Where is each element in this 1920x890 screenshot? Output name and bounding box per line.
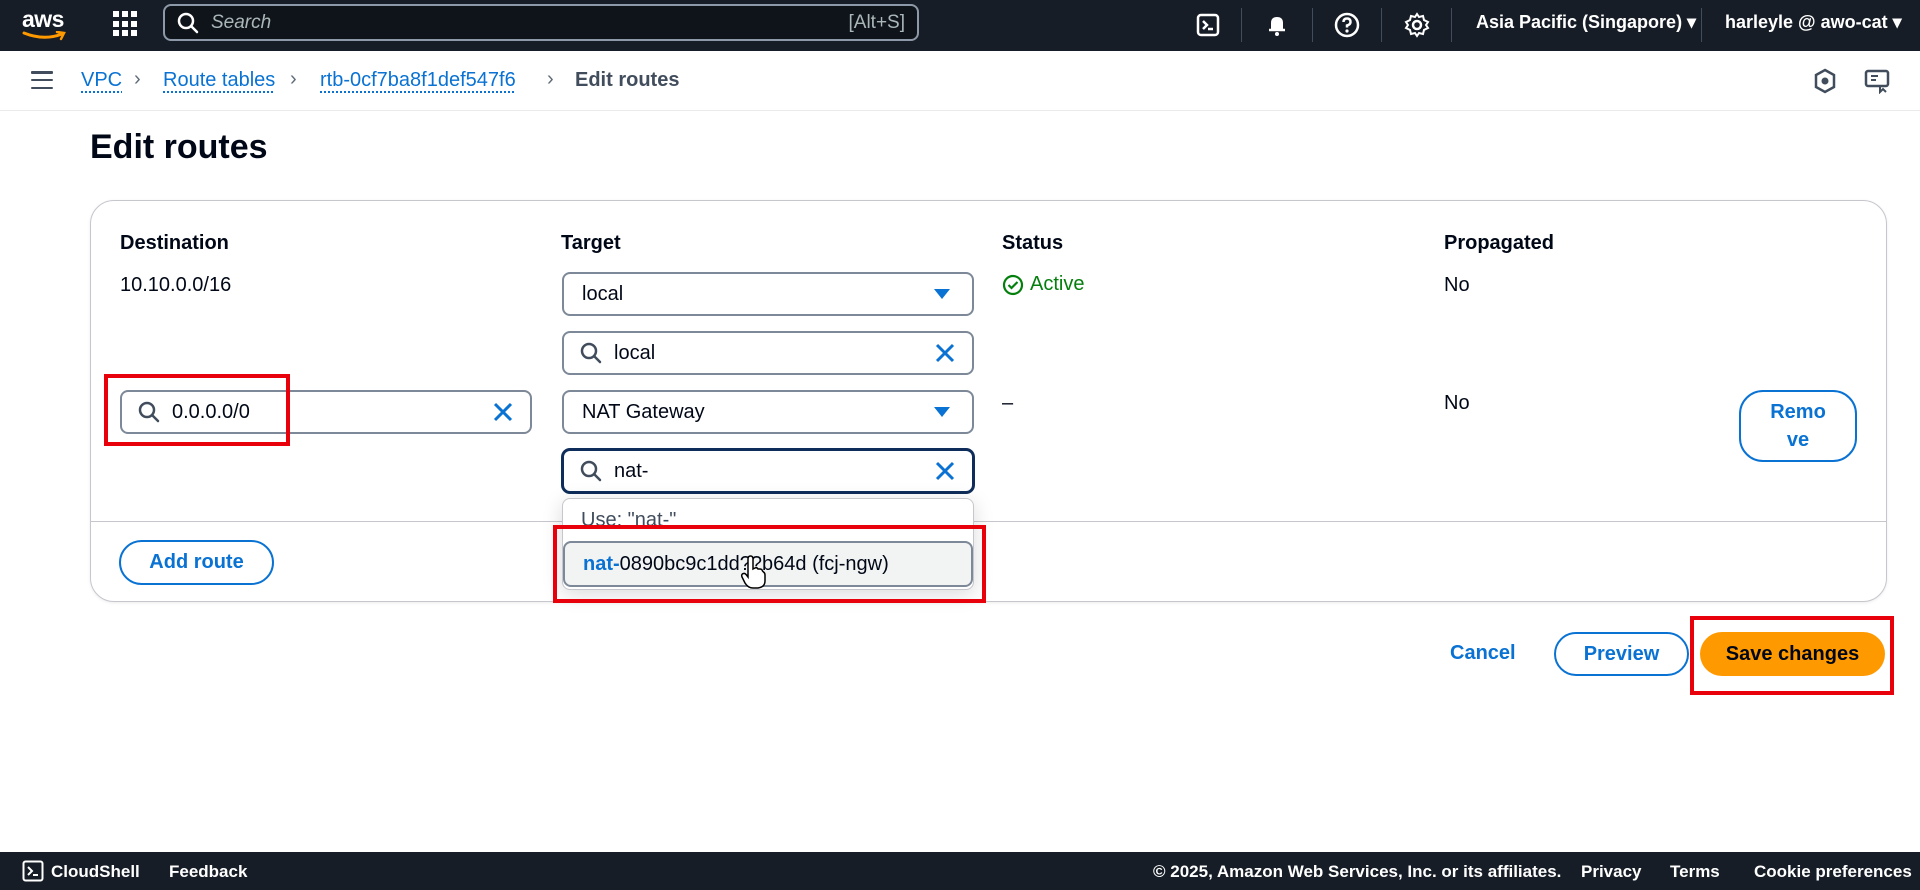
save-changes-button[interactable]: Save changes xyxy=(1700,632,1885,676)
footer-cloudshell[interactable]: CloudShell xyxy=(51,862,140,882)
breadcrumb-vpc[interactable]: VPC xyxy=(81,69,122,92)
clear-icon[interactable] xyxy=(934,460,956,482)
nav-divider xyxy=(1312,8,1313,42)
account-menu[interactable]: harleyle @ awo-cat ▾ xyxy=(1725,12,1902,33)
column-header-target: Target xyxy=(561,232,621,254)
remove-route-button[interactable]: Remo ve xyxy=(1739,390,1857,462)
add-route-button[interactable]: Add route xyxy=(119,540,274,585)
route-1-target-value: local xyxy=(582,282,624,305)
search-shortcut: [Alt+S] xyxy=(848,11,906,33)
check-circle-icon xyxy=(1002,274,1024,295)
target-options-dropdown: Use: "nat-" nat-0890bc9c1dd??b64d (fcj-n… xyxy=(562,498,974,590)
hand-cursor-icon xyxy=(740,555,766,589)
caret-down-icon xyxy=(934,289,950,299)
breadcrumb-current: Edit routes xyxy=(575,69,680,91)
route-2-target-value: NAT Gateway xyxy=(582,400,705,423)
footer-copyright: © 2025, Amazon Web Services, Inc. or its… xyxy=(1153,862,1562,881)
breadcrumb-route-tables[interactable]: Route tables xyxy=(163,69,275,92)
route-1-target-filter-input[interactable]: local xyxy=(562,331,974,375)
breadcrumb-route-table-id[interactable]: rtb-0cf7ba8f1def547f6 xyxy=(320,69,516,92)
bell-icon[interactable] xyxy=(1262,10,1292,40)
route-1-target-filter-value: local xyxy=(614,341,656,364)
route-2-target-select[interactable]: NAT Gateway xyxy=(562,390,974,434)
column-header-status: Status xyxy=(1002,232,1064,254)
top-navigation: aws Search [Alt+S] Asia Pacific (Singapo… xyxy=(0,0,1920,51)
route-1-destination: 10.10.0.0/16 xyxy=(120,274,232,296)
aws-smile-icon xyxy=(22,31,66,41)
route-2-destination-value: 0.0.0.0/0 xyxy=(172,400,250,423)
settings-icon[interactable] xyxy=(1402,10,1432,40)
help-icon[interactable] xyxy=(1332,10,1362,40)
tutorial-panel-icon[interactable] xyxy=(1864,68,1890,94)
footer-cookie-preferences[interactable]: Cookie preferences xyxy=(1754,862,1912,882)
nav-divider xyxy=(1451,8,1452,42)
clear-icon[interactable] xyxy=(492,401,514,423)
nav-divider xyxy=(1381,8,1382,42)
route-1-propagated: No xyxy=(1444,274,1470,296)
chevron-right-icon: › xyxy=(547,68,554,90)
cancel-button[interactable]: Cancel xyxy=(1450,642,1516,665)
route-2-target-filter-value: nat- xyxy=(614,459,649,482)
clear-icon[interactable] xyxy=(934,342,956,364)
dropdown-option-text: nat-0890bc9c1dd??b64d (fcj-ngw) xyxy=(583,553,889,576)
search-icon xyxy=(177,12,199,33)
footer-terms[interactable]: Terms xyxy=(1670,862,1720,882)
aws-logo[interactable]: aws xyxy=(22,7,72,43)
info-panel-icon[interactable] xyxy=(1812,68,1838,94)
column-header-propagated: Propagated xyxy=(1444,232,1555,254)
services-grid-icon[interactable] xyxy=(113,11,139,37)
route-1-target-select[interactable]: local xyxy=(562,272,974,316)
container-divider xyxy=(91,521,1886,522)
region-selector[interactable]: Asia Pacific (Singapore) ▾ xyxy=(1476,12,1696,33)
option-highlight: nat- xyxy=(583,552,620,575)
menu-icon[interactable] xyxy=(31,71,53,89)
nav-divider xyxy=(1701,8,1702,42)
nav-divider xyxy=(1241,8,1242,42)
footer-feedback[interactable]: Feedback xyxy=(169,862,247,882)
preview-button[interactable]: Preview xyxy=(1554,632,1689,676)
route-2-destination-input[interactable]: 0.0.0.0/0 xyxy=(120,390,532,434)
search-icon xyxy=(580,342,602,364)
breadcrumb-bar: VPC › Route tables › rtb-0cf7ba8f1def547… xyxy=(0,51,1920,111)
search-icon xyxy=(580,460,602,482)
caret-down-icon xyxy=(934,407,950,417)
dropdown-option-nat-gateway[interactable]: nat-0890bc9c1dd??b64d (fcj-ngw) xyxy=(563,541,973,587)
dropdown-use-option[interactable]: Use: "nat-" xyxy=(581,509,676,532)
route-1-status-text: Active xyxy=(1030,273,1085,295)
route-1-status: Active xyxy=(1002,273,1084,296)
route-2-target-filter-input[interactable]: nat- xyxy=(562,449,974,493)
cloudshell-icon[interactable] xyxy=(22,860,44,882)
route-2-status: – xyxy=(1002,392,1014,414)
cloudshell-icon[interactable] xyxy=(1193,10,1223,40)
global-search-input[interactable]: Search [Alt+S] xyxy=(163,4,919,41)
aws-logo-text: aws xyxy=(22,6,64,32)
chevron-right-icon: › xyxy=(290,68,297,90)
column-header-destination: Destination xyxy=(120,232,229,254)
footer: CloudShell Feedback © 2025, Amazon Web S… xyxy=(0,852,1920,890)
chevron-right-icon: › xyxy=(134,68,141,90)
search-placeholder: Search xyxy=(211,11,272,33)
route-2-propagated: No xyxy=(1444,392,1470,414)
search-icon xyxy=(138,401,160,423)
page-title: Edit routes xyxy=(90,128,268,166)
footer-privacy[interactable]: Privacy xyxy=(1581,862,1642,882)
